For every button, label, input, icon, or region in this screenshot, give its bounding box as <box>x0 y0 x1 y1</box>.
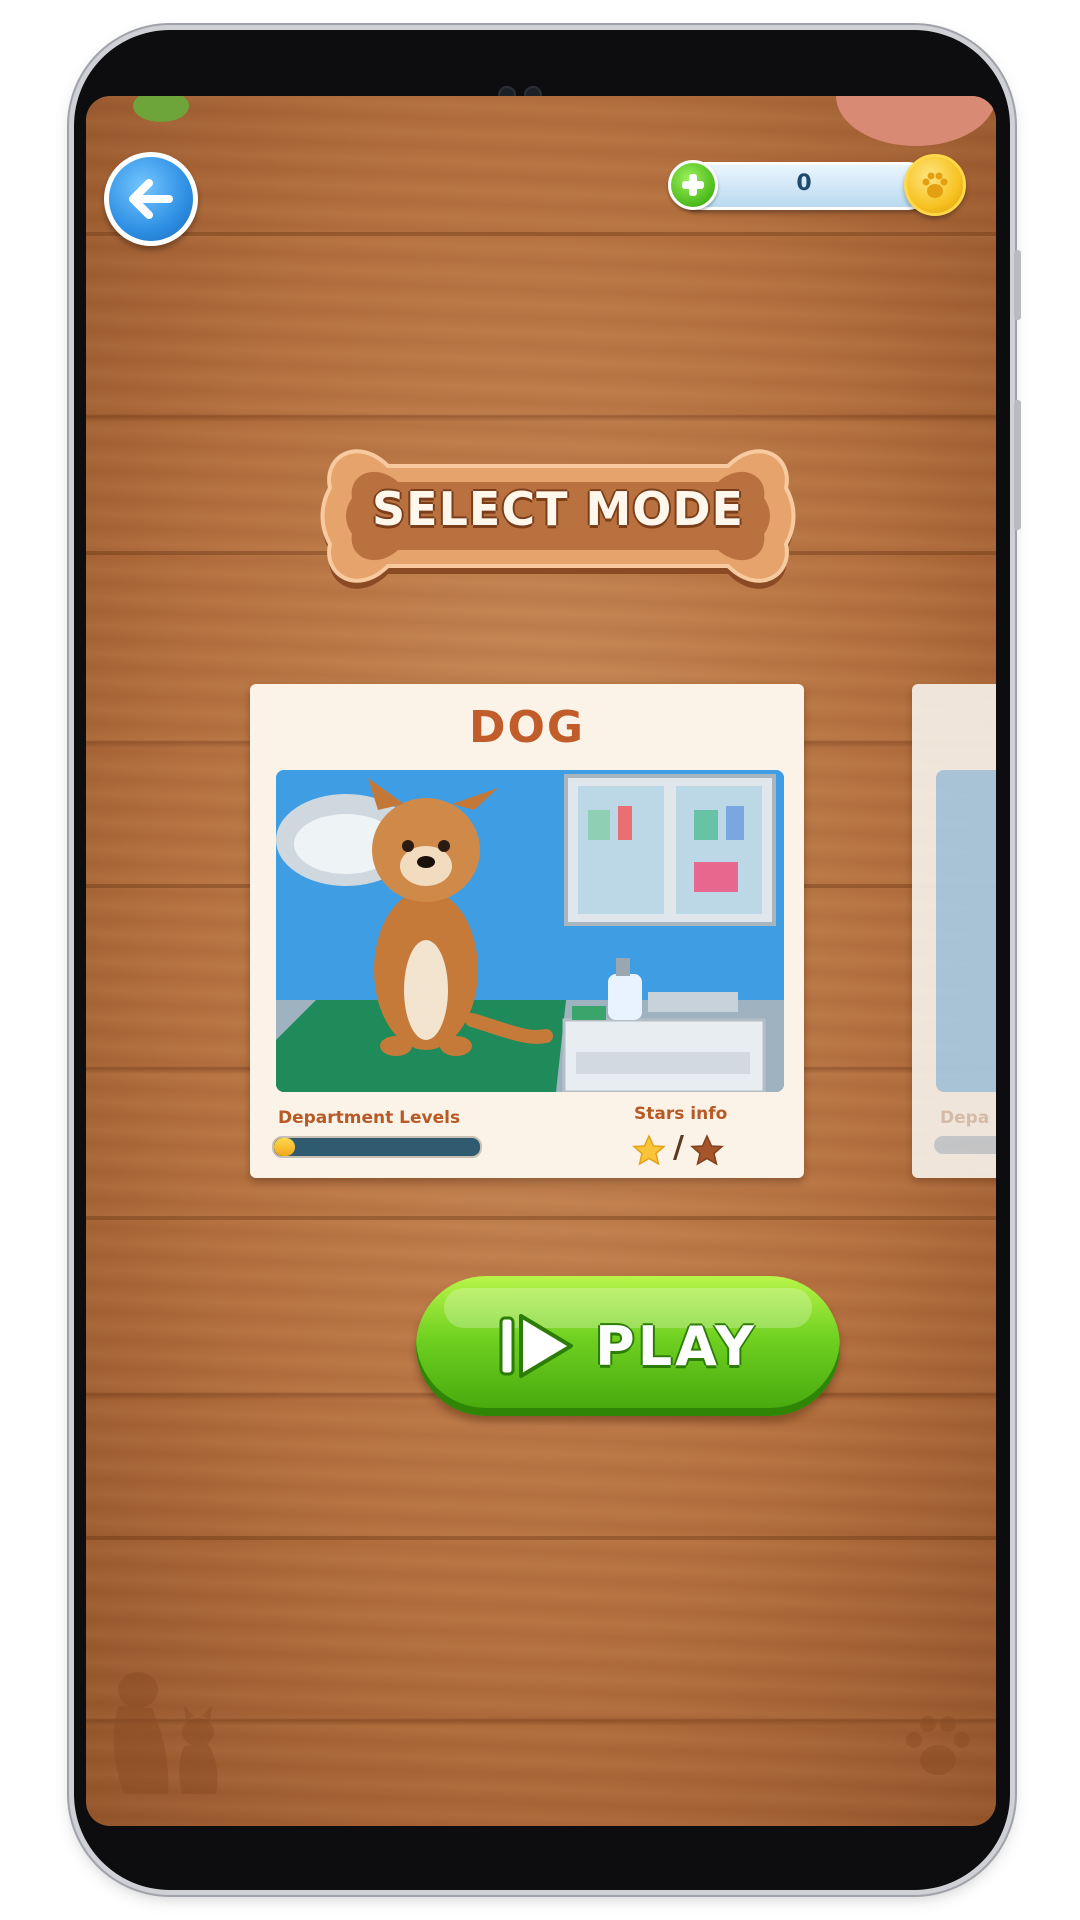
paw-coin-icon <box>904 154 966 216</box>
title-banner: SELECT MODE <box>318 426 798 606</box>
mode-card-title: DOG <box>468 702 586 753</box>
dog-clinic-illustration <box>276 770 784 1092</box>
add-coins-button[interactable] <box>668 160 718 210</box>
volume-button <box>1014 250 1021 320</box>
dog-cat-silhouette-icon <box>113 1672 218 1794</box>
next-mode-illustration <box>936 770 996 1092</box>
stars-separator: / <box>673 1130 684 1165</box>
wood-plank-seam <box>86 232 996 236</box>
star-empty-icon <box>690 1134 724 1166</box>
next-progress-bar <box>934 1136 996 1154</box>
play-button-label: PLAY <box>595 1314 757 1378</box>
stars-info-label: Stars info <box>634 1104 728 1124</box>
page-title: SELECT MODE <box>372 482 744 536</box>
back-button[interactable] <box>104 152 198 246</box>
next-department-label: Depa <box>940 1108 990 1128</box>
mode-card-dog[interactable]: DOG Department Levels Stars info / <box>250 684 804 1178</box>
back-arrow-icon <box>129 179 173 219</box>
ball-decoration <box>836 96 996 146</box>
wood-plank-seam <box>86 1536 996 1540</box>
star-filled-icon <box>632 1134 666 1166</box>
plus-icon <box>682 174 704 196</box>
department-progress-fill <box>274 1138 295 1156</box>
game-screen: 0 SELECT MODE DOG Department Levels Star… <box>86 96 996 1826</box>
wood-plank-seam <box>86 1216 996 1220</box>
coin-count: 0 <box>796 171 812 196</box>
play-button[interactable]: PLAY <box>416 1276 840 1416</box>
department-levels-label: Department Levels <box>278 1108 461 1128</box>
mode-card-next[interactable]: Depa <box>912 684 996 1178</box>
power-button <box>1014 400 1021 530</box>
paw-print-icon <box>906 1716 970 1775</box>
play-icon <box>499 1314 574 1378</box>
department-progress-bar <box>272 1136 482 1158</box>
leaf-decoration <box>133 96 189 122</box>
